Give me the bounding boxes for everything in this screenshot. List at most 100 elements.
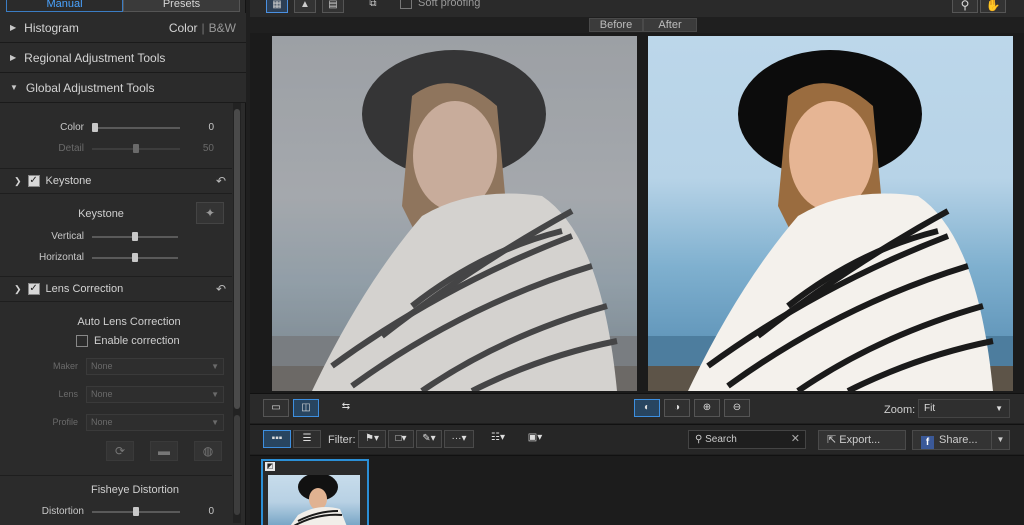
grid-view-icon: ▦ <box>272 0 282 10</box>
histogram-color-mode[interactable]: Color <box>169 21 198 35</box>
histogram-bw-mode[interactable]: B&W <box>209 21 236 35</box>
list-view-button[interactable]: ☰ <box>293 430 321 448</box>
before-tone-overlay <box>272 36 637 391</box>
pen-icon: ✎▾ <box>422 433 436 444</box>
hand-tool-button[interactable]: ✋ <box>980 0 1006 13</box>
panel-scrollbar[interactable] <box>233 103 241 523</box>
horizontal-slider[interactable] <box>92 253 178 262</box>
after-photo <box>648 36 1013 391</box>
lens-correction-header-label: Lens Correction <box>45 283 124 295</box>
split-horizontal-button[interactable]: ⊕ <box>694 399 720 417</box>
profile-select[interactable]: None ▼ <box>86 414 224 431</box>
refresh-button[interactable]: ⟳ <box>106 441 134 461</box>
thumbnails-icon: ▤ <box>328 0 338 10</box>
image-stage[interactable] <box>250 33 1024 393</box>
before-photo <box>272 36 637 391</box>
enable-correction-label: Enable correction <box>94 335 180 347</box>
lens-correction-header[interactable]: ❯ ✓ Lens Correction ↶ <box>0 276 232 302</box>
keystone-checkbox[interactable]: ✓ <box>27 175 40 187</box>
detail-slider-knob[interactable] <box>133 144 139 153</box>
detail-label: Detail <box>58 143 84 154</box>
section-global-tools[interactable]: ▼ Global Adjustment Tools <box>0 73 246 103</box>
color-slider-knob[interactable] <box>92 123 98 132</box>
more-filter-button[interactable]: ···▾ <box>444 430 474 448</box>
compare-layout-button[interactable]: ⧉ <box>362 0 384 13</box>
swap-button[interactable]: ⇆ <box>333 399 359 417</box>
vertical-slider[interactable] <box>92 232 178 241</box>
lens-correction-checkbox[interactable]: ✓ <box>27 283 40 295</box>
filmstrip-view-button[interactable]: ▪▪▪ <box>263 430 291 448</box>
share-button[interactable]: f Share... ▼ <box>912 430 1010 450</box>
search-input[interactable]: ⚲ Search ✕ <box>688 430 806 449</box>
export-button[interactable]: ⇱ Export... <box>818 430 906 450</box>
scrollbar-thumb[interactable] <box>234 109 240 409</box>
soft-proofing-toggle[interactable]: Soft proofing <box>400 0 480 9</box>
filter-label: Filter: <box>328 434 356 446</box>
grid-view-button[interactable]: ▦ <box>266 0 288 13</box>
refresh-icon: ⟳ <box>114 444 126 458</box>
horizontal-slider-row: Horizontal <box>0 252 232 264</box>
label-filter-button[interactable]: ✎▾ <box>416 430 442 448</box>
keystone-header[interactable]: ❯ ✓ Keystone ↶ <box>0 168 232 194</box>
clear-search-icon[interactable]: ✕ <box>791 431 800 448</box>
mirror-button[interactable]: ◑ <box>664 399 690 417</box>
panel-tabs: Manual Presets <box>6 0 240 12</box>
single-pane-icon: ▭ <box>271 402 281 413</box>
single-view-button[interactable]: ▲ <box>294 0 316 13</box>
single-view-button[interactable]: ▭ <box>263 399 289 417</box>
globe-button[interactable]: ◍ <box>194 441 222 461</box>
lens-label: Lens <box>58 389 78 399</box>
detail-slider[interactable] <box>92 144 180 153</box>
color-slider-row: Color 0 <box>0 122 232 134</box>
color-slider[interactable] <box>92 123 180 132</box>
fisheye-divider <box>0 475 232 476</box>
distortion-value: 0 <box>208 506 214 517</box>
split-top-bottom-button[interactable]: ⊖ <box>724 399 750 417</box>
export-icon: ⇱ <box>827 434 840 446</box>
soft-proofing-checkbox[interactable] <box>400 0 412 9</box>
enable-correction-checkbox[interactable] <box>76 335 88 347</box>
expand-arrow-icon: ▶ <box>10 53 17 62</box>
flag-filter-button[interactable]: ⚑▾ <box>358 430 386 448</box>
lens-select[interactable]: None ▼ <box>86 386 224 403</box>
maker-select[interactable]: None ▼ <box>86 358 224 375</box>
more-icon: ···▾ <box>451 433 467 444</box>
zoom-select[interactable]: Fit ▼ <box>918 399 1010 418</box>
rating-filter-button[interactable]: □▾ <box>388 430 414 448</box>
tab-presets[interactable]: Presets <box>123 0 240 12</box>
stack-button[interactable]: ▣▾ <box>522 430 548 448</box>
magic-wand-icon[interactable]: ✦ <box>196 202 224 224</box>
split-vertical-icon: ◐ <box>643 402 651 413</box>
share-label: Share... <box>939 434 978 446</box>
collapse-arrow-icon: ▼ <box>10 83 18 92</box>
tab-manual[interactable]: Manual <box>6 0 123 12</box>
fisheye-title: Fisheye Distortion <box>90 484 180 496</box>
undo-icon[interactable]: ↶ <box>216 282 226 296</box>
distortion-slider-knob[interactable] <box>133 507 139 516</box>
color-value: 0 <box>208 122 214 133</box>
open-folder-button[interactable]: ▬ <box>150 441 178 461</box>
chevron-down-icon[interactable]: ▼ <box>991 431 1009 449</box>
sort-button[interactable]: ☷▾ <box>484 430 512 448</box>
split-horizontal-icon: ⊕ <box>702 402 712 413</box>
undo-icon[interactable]: ↶ <box>216 174 226 188</box>
thumbnail-view-button[interactable]: ▤ <box>322 0 344 13</box>
section-histogram[interactable]: ▶ Histogram Color | B&W <box>0 13 246 43</box>
library-filter-bar: ▪▪▪ ☰ Filter: ⚑▾ □▾ ✎▾ ···▾ ☷▾ ▣▾ ⚲ Sear… <box>250 424 1024 454</box>
section-regional-label: Regional Adjustment Tools <box>24 50 166 65</box>
distortion-label: Distortion <box>41 506 84 517</box>
zoom-tool-button[interactable]: ⚲ <box>952 0 978 13</box>
sort-icon: ☷▾ <box>491 432 505 443</box>
color-label: Color <box>60 122 84 133</box>
horizontal-slider-knob[interactable] <box>132 253 138 262</box>
split-vertical-button[interactable]: ◐ <box>634 399 660 417</box>
enable-correction-row[interactable]: Enable correction <box>76 335 180 347</box>
section-regional-tools[interactable]: ▶ Regional Adjustment Tools <box>0 43 246 73</box>
chevron-down-icon: ▼ <box>211 390 219 399</box>
photo-thumbnail[interactable]: ◩ <box>261 459 369 525</box>
side-by-side-button[interactable]: ◫ <box>293 399 319 417</box>
horizontal-label: Horizontal <box>38 252 84 263</box>
vertical-slider-knob[interactable] <box>132 232 138 241</box>
distortion-slider[interactable] <box>92 507 180 516</box>
chevron-down-icon: ▼ <box>211 418 219 427</box>
